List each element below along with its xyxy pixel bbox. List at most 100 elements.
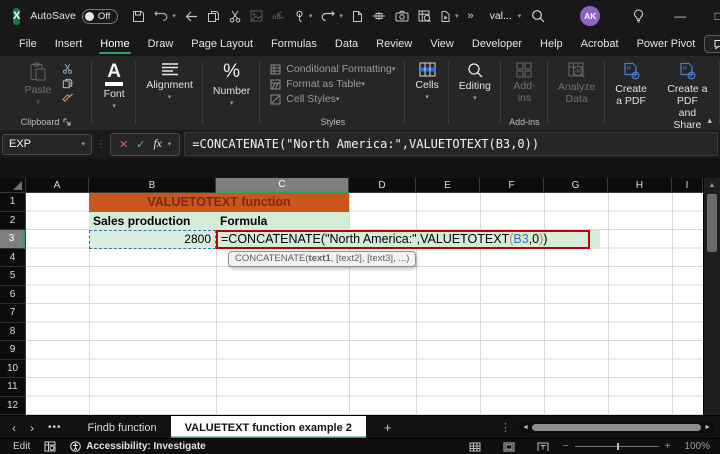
new-file-icon[interactable] bbox=[352, 10, 363, 23]
toolbar-overflow[interactable]: » bbox=[467, 10, 473, 22]
row-header-7[interactable]: 7 bbox=[0, 304, 25, 323]
row-header-12[interactable]: 12 bbox=[0, 397, 25, 416]
copy-icon[interactable] bbox=[207, 10, 220, 23]
row-header-3[interactable]: 3 bbox=[0, 230, 25, 249]
new-sheet-button[interactable]: + bbox=[366, 416, 410, 439]
touch-mode-dropdown-icon[interactable]: ▾ bbox=[309, 12, 313, 20]
alignment-button[interactable]: Alignment ▾ bbox=[140, 60, 199, 103]
sheet-tab-valuetext-active[interactable]: VALUETEXT function example 2 bbox=[171, 416, 366, 439]
pin-table-icon[interactable] bbox=[372, 10, 386, 22]
formula-input[interactable]: =CONCATENATE("North America:",VALUETOTEX… bbox=[184, 132, 718, 156]
worksheet-grid[interactable]: A B C D E F G H I 1 2 3 4 5 6 7 8 9 10 1… bbox=[0, 178, 720, 415]
number-button[interactable]: % Number ▾ bbox=[207, 60, 256, 109]
redo-icon[interactable] bbox=[321, 10, 335, 22]
cell-c3-formula-editing[interactable]: =CONCATENATE("North America:",VALUETOTEX… bbox=[216, 230, 590, 249]
tab-developer[interactable]: Developer bbox=[463, 34, 531, 55]
row-header-6[interactable]: 6 bbox=[0, 286, 25, 305]
zoom-out-icon[interactable]: − bbox=[563, 441, 569, 452]
create-pdf-button[interactable]: P Createa PDF bbox=[609, 60, 653, 109]
vertical-scroll-thumb[interactable] bbox=[707, 194, 717, 252]
sheet-inspect-icon[interactable] bbox=[418, 10, 431, 22]
format-painter-button[interactable] bbox=[62, 93, 74, 104]
cell-b3-value[interactable]: 2800 bbox=[89, 230, 216, 249]
clipboard-dialog-launcher-icon[interactable] bbox=[63, 118, 71, 126]
scroll-right-icon[interactable]: ► bbox=[704, 424, 711, 431]
column-headers[interactable]: A B C D E F G H I bbox=[26, 178, 703, 193]
tab-view[interactable]: View bbox=[421, 34, 463, 55]
sheet-nav-next-icon[interactable]: › bbox=[30, 421, 34, 435]
row-header-10[interactable]: 10 bbox=[0, 360, 25, 379]
cut-button[interactable] bbox=[62, 63, 74, 74]
copy-button[interactable]: ▾ bbox=[62, 78, 74, 89]
row-header-1[interactable]: 1 bbox=[0, 193, 25, 212]
tab-review[interactable]: Review bbox=[367, 34, 421, 55]
comments-button[interactable]: Comments bbox=[704, 35, 720, 53]
save-icon[interactable] bbox=[132, 10, 145, 23]
row-header-9[interactable]: 9 bbox=[0, 341, 25, 360]
back-arrow-icon[interactable] bbox=[185, 11, 198, 22]
collapse-ribbon-icon[interactable]: ▴ bbox=[707, 115, 712, 126]
horizontal-scrollbar[interactable]: ◄ ► bbox=[519, 422, 714, 433]
accessibility-status[interactable]: Accessibility: Investigate bbox=[70, 441, 206, 452]
autosave-control[interactable]: AutoSave Off bbox=[30, 9, 118, 24]
select-all-corner[interactable] bbox=[0, 178, 26, 193]
tab-home[interactable]: Home bbox=[91, 34, 138, 55]
column-header-e[interactable]: E bbox=[416, 178, 480, 193]
minimize-button[interactable]: — bbox=[661, 0, 699, 32]
column-header-b[interactable]: B bbox=[89, 178, 216, 193]
confirm-entry-icon[interactable]: ✓ bbox=[136, 138, 145, 151]
page-break-view-icon[interactable] bbox=[537, 442, 549, 452]
scroll-up-icon[interactable]: ▲ bbox=[704, 178, 720, 189]
zoom-level[interactable]: 100% bbox=[684, 441, 710, 452]
macro-record-icon[interactable] bbox=[44, 441, 56, 452]
insert-function-icon[interactable]: fx bbox=[153, 138, 161, 150]
cut-icon[interactable] bbox=[229, 10, 241, 23]
cell-b2-sales-header[interactable]: Sales production bbox=[89, 212, 216, 231]
excel-logo-icon[interactable]: X bbox=[13, 8, 20, 25]
column-header-c[interactable]: C bbox=[216, 178, 349, 193]
row-header-11[interactable]: 11 bbox=[0, 378, 25, 397]
tab-insert[interactable]: Insert bbox=[46, 34, 92, 55]
search-icon[interactable] bbox=[521, 0, 555, 32]
zoom-slider-handle[interactable] bbox=[617, 443, 619, 450]
scroll-left-icon[interactable]: ◄ bbox=[522, 424, 529, 431]
tab-file[interactable]: File bbox=[10, 34, 46, 55]
zoom-slider[interactable]: − + bbox=[563, 441, 671, 452]
sheet-nav-more-icon[interactable]: ••• bbox=[48, 422, 62, 433]
tab-scroll-splitter[interactable]: ⋮ bbox=[500, 421, 511, 434]
row-header-2[interactable]: 2 bbox=[0, 212, 25, 231]
tab-power-pivot[interactable]: Power Pivot bbox=[628, 34, 705, 55]
touch-mode-icon[interactable] bbox=[294, 10, 305, 23]
cell-c2-formula-header[interactable]: Formula bbox=[216, 212, 349, 231]
editing-button[interactable]: Editing ▾ bbox=[453, 60, 497, 104]
row-headers[interactable]: 1 2 3 4 5 6 7 8 9 10 11 12 bbox=[0, 193, 26, 415]
tab-draw[interactable]: Draw bbox=[139, 34, 183, 55]
zoom-in-icon[interactable]: + bbox=[665, 441, 671, 452]
sheet-tab-findb[interactable]: Findb function bbox=[74, 416, 171, 439]
account-avatar[interactable]: AK bbox=[573, 0, 607, 32]
formula-bar-splitter[interactable]: ⋮ bbox=[96, 139, 106, 150]
autosave-toggle[interactable]: Off bbox=[82, 9, 119, 24]
formula-bar-dropdown-icon[interactable]: ▾ bbox=[168, 140, 172, 148]
row-header-8[interactable]: 8 bbox=[0, 323, 25, 342]
row-header-4[interactable]: 4 bbox=[0, 249, 25, 268]
column-header-d[interactable]: D bbox=[349, 178, 416, 193]
cancel-entry-icon[interactable]: ✕ bbox=[119, 138, 128, 151]
column-header-g[interactable]: G bbox=[544, 178, 608, 193]
name-box[interactable]: EXP ▾ bbox=[2, 134, 92, 155]
normal-view-icon[interactable] bbox=[469, 442, 481, 452]
document-title[interactable]: val... ▾ bbox=[490, 10, 522, 22]
undo-dropdown-icon[interactable]: ▾ bbox=[172, 12, 176, 20]
horizontal-scroll-thumb[interactable] bbox=[532, 424, 701, 431]
undo-icon[interactable] bbox=[154, 10, 168, 22]
tab-data[interactable]: Data bbox=[326, 34, 367, 55]
run-macro-icon[interactable] bbox=[440, 10, 451, 23]
camera-icon[interactable] bbox=[395, 10, 409, 22]
name-box-dropdown-icon[interactable]: ▾ bbox=[81, 140, 85, 148]
tab-page-layout[interactable]: Page Layout bbox=[182, 34, 262, 55]
page-layout-view-icon[interactable] bbox=[503, 442, 515, 452]
maximize-button[interactable]: □ bbox=[699, 0, 720, 32]
column-header-a[interactable]: A bbox=[26, 178, 89, 193]
tab-formulas[interactable]: Formulas bbox=[262, 34, 326, 55]
macro-dropdown-icon[interactable]: ▾ bbox=[455, 12, 459, 20]
